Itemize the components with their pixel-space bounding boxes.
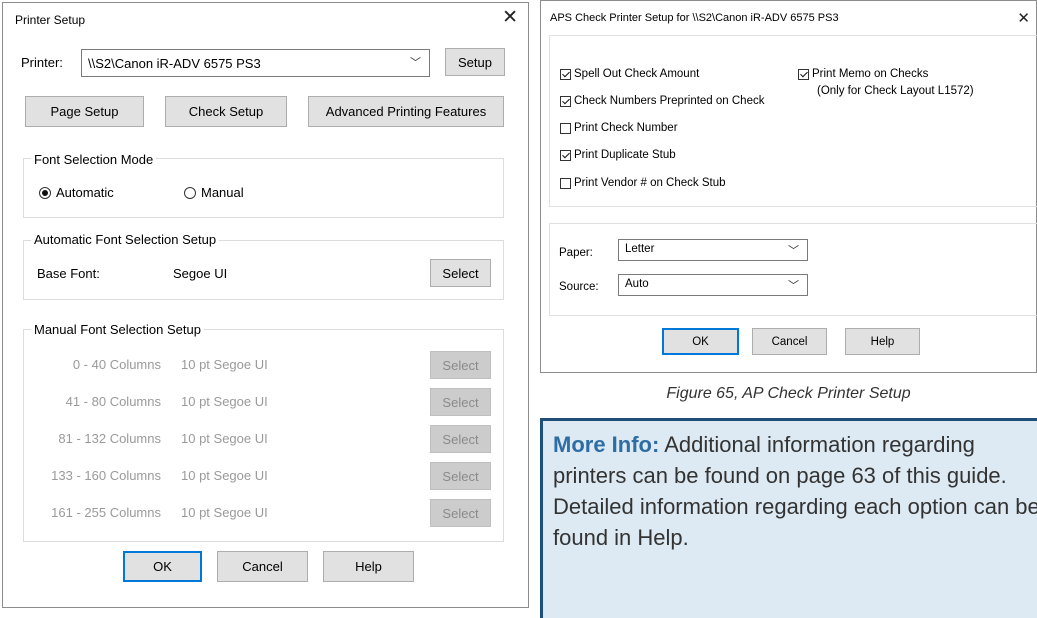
printer-label: Printer:: [21, 55, 63, 70]
close-icon[interactable]: ✕: [502, 8, 518, 27]
check-option-checkbox[interactable]: Print Check Number: [560, 122, 678, 134]
aps-ok-button[interactable]: OK: [662, 328, 739, 355]
paper-select-value: Letter: [625, 243, 655, 255]
base-font-select-button[interactable]: Select: [430, 259, 491, 287]
memo-note: (Only for Check Layout L1572): [817, 85, 974, 97]
check-option-checkbox[interactable]: Print Duplicate Stub: [560, 149, 676, 161]
aps-setup-titlebar: APS Check Printer Setup for \\S2\Canon i…: [541, 1, 1036, 35]
base-font-value: Segoe UI: [173, 266, 228, 281]
source-select[interactable]: Auto ﹀: [618, 274, 808, 296]
print-memo-checkbox[interactable]: Print Memo on Checks: [798, 68, 928, 80]
manual-row-font: 10 pt Segoe UI: [181, 468, 268, 483]
cancel-button[interactable]: Cancel: [217, 551, 308, 582]
close-icon[interactable]: ✕: [1017, 9, 1030, 28]
chevron-down-icon: ﹀: [788, 245, 799, 257]
paper-select[interactable]: Letter ﹀: [618, 239, 808, 261]
check-option-checkbox[interactable]: Check Numbers Preprinted on Check: [560, 95, 764, 107]
manual-row-select-button[interactable]: Select: [430, 388, 491, 416]
automatic-font-selection-label: Automatic Font Selection Setup: [31, 232, 220, 247]
printer-select-value: \\S2\Canon iR-ADV 6575 PS3: [88, 56, 261, 71]
paper-options-group: [549, 223, 1037, 316]
source-select-value: Auto: [625, 278, 649, 290]
manual-radio-label: Manual: [201, 185, 244, 200]
chevron-down-icon: ﹀: [788, 280, 799, 292]
printer-setup-titlebar: Printer Setup ✕: [3, 3, 528, 37]
manual-row-select-button[interactable]: Select: [430, 425, 491, 453]
manual-row-columns: 41 - 80 Columns: [65, 394, 161, 409]
print-memo-checkbox-box: [798, 68, 809, 80]
manual-row-font: 10 pt Segoe UI: [181, 431, 268, 446]
paper-label: Paper:: [559, 247, 593, 259]
manual-radio[interactable]: Manual: [184, 185, 244, 200]
figure-caption: Figure 65, AP Check Printer Setup: [666, 385, 911, 402]
checkbox-box: [560, 68, 571, 80]
checkbox-label: Print Check Number: [574, 122, 678, 134]
source-label: Source:: [559, 281, 599, 293]
checkbox-box: [560, 177, 571, 189]
more-info-lead: More Info:: [553, 432, 660, 457]
check-option-checkbox[interactable]: Print Vendor # on Check Stub: [560, 177, 726, 189]
help-button[interactable]: Help: [323, 551, 414, 582]
checkbox-label: Print Vendor # on Check Stub: [574, 177, 726, 189]
manual-row-font: 10 pt Segoe UI: [181, 505, 268, 520]
checkbox-label: Print Duplicate Stub: [574, 149, 676, 161]
check-option-checkbox[interactable]: Spell Out Check Amount: [560, 68, 699, 80]
print-memo-checkbox-label: Print Memo on Checks: [812, 68, 929, 80]
advanced-printing-features-button[interactable]: Advanced Printing Features: [308, 96, 504, 127]
manual-row-columns: 133 - 160 Columns: [51, 468, 161, 483]
manual-row-columns: 161 - 255 Columns: [51, 505, 161, 520]
automatic-radio-dot: [39, 186, 51, 199]
base-font-label: Base Font:: [37, 266, 100, 281]
aps-setup-title: APS Check Printer Setup for \\S2\Canon i…: [550, 12, 839, 24]
manual-font-selection-label: Manual Font Selection Setup: [31, 322, 204, 337]
manual-row-select-button[interactable]: Select: [430, 499, 491, 527]
checkbox-box: [560, 149, 571, 161]
checkbox-box: [560, 122, 571, 134]
font-selection-mode-label: Font Selection Mode: [31, 152, 157, 167]
manual-row-select-button[interactable]: Select: [430, 462, 491, 490]
automatic-radio[interactable]: Automatic: [39, 185, 114, 200]
manual-row-font: 10 pt Segoe UI: [181, 394, 268, 409]
manual-row-select-button[interactable]: Select: [430, 351, 491, 379]
manual-row-font: 10 pt Segoe UI: [181, 357, 268, 372]
manual-radio-dot: [184, 186, 196, 199]
printer-setup-title: Printer Setup: [15, 13, 86, 27]
setup-button[interactable]: Setup: [445, 48, 505, 76]
aps-check-printer-setup-dialog: APS Check Printer Setup for \\S2\Canon i…: [540, 0, 1037, 373]
ok-button[interactable]: OK: [123, 551, 202, 582]
manual-row-columns: 81 - 132 Columns: [58, 431, 161, 446]
more-info-box: More Info: Additional information regard…: [540, 418, 1037, 618]
page-setup-button[interactable]: Page Setup: [25, 96, 144, 127]
printer-setup-dialog: Printer Setup ✕ Printer: \\S2\Canon iR-A…: [2, 2, 529, 608]
checkbox-box: [560, 95, 571, 107]
manual-row-columns: 0 - 40 Columns: [72, 357, 161, 372]
checkbox-label: Spell Out Check Amount: [574, 68, 700, 80]
automatic-radio-label: Automatic: [56, 185, 114, 200]
check-setup-button[interactable]: Check Setup: [165, 96, 287, 127]
printer-select[interactable]: \\S2\Canon iR-ADV 6575 PS3 ﹀: [81, 49, 430, 77]
aps-cancel-button[interactable]: Cancel: [752, 328, 827, 355]
checkbox-label: Check Numbers Preprinted on Check: [574, 95, 765, 107]
chevron-down-icon: ﹀: [410, 57, 421, 69]
aps-help-button[interactable]: Help: [845, 328, 920, 355]
